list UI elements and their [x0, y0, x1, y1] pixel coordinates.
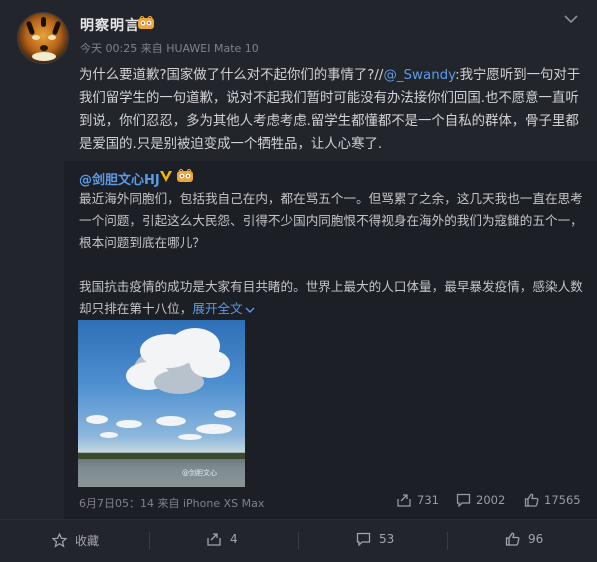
post-text: 为什么要道歉?国家做了什么对不起你们的事情了?//@_Swandy:我宁愿听到一…: [79, 64, 587, 156]
divider: [149, 532, 150, 550]
comment-count: 53: [379, 532, 395, 546]
repost-like-count-value: 17565: [544, 493, 581, 507]
repost-paragraph-2-text: 我国抗击疫情的成功是大家有目共睹的。世界上最大的人口体量，最早暴发疫情，感染人数…: [79, 279, 583, 316]
thumbs-up-icon: [524, 493, 539, 507]
treeline: [78, 453, 245, 459]
repost-like-count[interactable]: 17565: [524, 493, 581, 507]
repost-paragraph-2: 我国抗击疫情的成功是大家有目共睹的。世界上最大的人口体量，最早暴发疫情，感染人数…: [79, 276, 584, 320]
repost-paragraph-1: 最近海外同胞们，包括我自己在内，都在骂五个一。但骂累了之余，这几天我也一直在思考…: [79, 191, 583, 250]
divider: [447, 532, 448, 550]
repost-comment-count[interactable]: 2002: [456, 493, 505, 507]
member-badge-icon[interactable]: [176, 169, 194, 183]
chevron-down-icon[interactable]: [563, 13, 579, 25]
comment-button[interactable]: 53: [356, 532, 394, 546]
like-button[interactable]: 96: [505, 532, 543, 546]
thumbs-up-icon: [505, 532, 520, 546]
post-text-before: 为什么要道歉?国家做了什么对不起你们的事情了?//: [79, 68, 384, 83]
mention-link[interactable]: @_Swandy: [383, 68, 455, 83]
like-count: 96: [528, 532, 544, 546]
expand-full-text-link[interactable]: 展开全文: [192, 301, 255, 316]
expand-label[interactable]: 展开全文: [192, 301, 242, 316]
favorite-button[interactable]: 收藏: [52, 532, 99, 549]
weibo-post-card: 明察明言 今天 00:25 来自 HUAWEI Mate 10 为什么要道歉?国…: [0, 0, 597, 562]
repost-author[interactable]: @剑胆文心HJ: [79, 169, 160, 188]
repost-repost-count[interactable]: 731: [396, 493, 439, 507]
action-bar: 收藏 4 53 96: [0, 519, 597, 562]
avatar[interactable]: [17, 12, 69, 64]
repost-meta: 6月7日05：14 来自 iPhone XS Max: [79, 497, 265, 510]
repost-comment-count-value: 2002: [476, 493, 506, 507]
share-icon: [397, 494, 411, 507]
repost-image[interactable]: @剑胆文心: [78, 320, 245, 487]
member-badge-icon[interactable]: [137, 16, 155, 30]
post-meta: 今天 00:25 来自 HUAWEI Mate 10: [80, 42, 259, 55]
verified-v-icon: [160, 171, 172, 182]
username[interactable]: 明察明言: [80, 15, 140, 35]
star-icon: [52, 533, 67, 548]
chevron-down-icon: [245, 307, 255, 313]
reposted-weibo[interactable]: @剑胆文心HJ 最近海外同胞们，包括我自己在内，都在骂五个一。但骂累了之余，这几…: [64, 161, 597, 519]
image-watermark: @剑胆文心: [182, 469, 217, 477]
repost-repost-count-value: 731: [417, 493, 439, 507]
favorite-label: 收藏: [75, 534, 100, 548]
comment-icon: [356, 532, 371, 546]
repost-count: 4: [230, 532, 238, 546]
divider: [298, 532, 299, 550]
repost-text: 最近海外同胞们，包括我自己在内，都在骂五个一。但骂累了之余，这几天我也一直在思考…: [79, 188, 584, 320]
repost-button[interactable]: 4: [206, 532, 238, 546]
comment-icon: [456, 493, 471, 507]
share-icon: [207, 533, 221, 546]
